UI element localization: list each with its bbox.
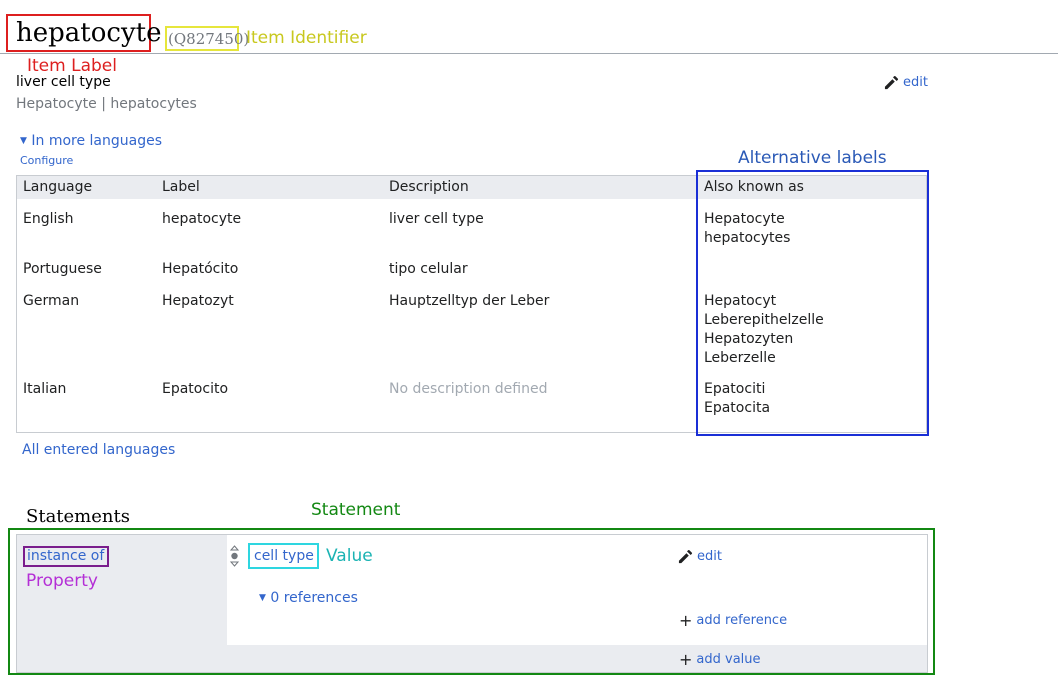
title-divider [0,53,1058,54]
edit-label: edit [697,549,722,564]
row-label: Hepatócito [162,261,239,277]
item-identifier: (Q827450) [168,30,250,48]
add-reference-label: add reference [696,613,788,628]
statements-heading: Statements [26,506,130,527]
configure-link[interactable]: Configure [20,154,73,167]
row-description: tipo celular [389,261,468,277]
item-aliases: Hepatocyte | hepatocytes [16,96,197,112]
plus-icon: + [679,611,693,630]
annotation-property: Property [26,571,98,591]
column-header-description: Description [389,179,469,195]
row-label: Hepatozyt [162,293,234,309]
rank-selector-icon[interactable] [229,545,240,567]
caret-down-icon: ▼ [20,136,27,146]
row-label: Epatocito [162,381,229,397]
pencil-icon [678,549,693,564]
references-toggle[interactable]: ▼ 0 references [259,590,358,606]
property-link[interactable]: instance of [27,548,104,564]
statement-highlight [8,528,935,675]
pencil-icon [884,75,899,90]
row-description: Hauptzelltyp der Leber [389,293,550,309]
in-more-languages-toggle[interactable]: ▼ In more languages [20,133,162,149]
annotation-statement: Statement [311,500,401,520]
row-language: Italian [23,381,67,397]
add-value-button[interactable]: + add value [679,650,761,669]
annotation-alternative-labels: Alternative labels [738,148,887,168]
caret-down-icon: ▼ [259,593,266,603]
all-entered-languages-link[interactable]: All entered languages [22,442,175,458]
edit-termbox-button[interactable]: edit [884,75,928,90]
row-language: Portuguese [23,261,102,277]
alternative-labels-highlight [696,170,929,436]
column-header-label: Label [162,179,200,195]
row-label: hepatocyte [162,211,242,227]
item-description: liver cell type [16,74,111,90]
in-more-languages-label: In more languages [31,133,163,149]
add-reference-button[interactable]: + add reference [679,611,788,630]
annotation-item-identifier: Item Identifier [246,28,367,48]
annotation-item-label: Item Label [27,56,117,76]
annotation-value: Value [326,546,373,566]
value-link[interactable]: cell type [254,548,314,564]
plus-icon: + [679,650,693,669]
row-description-empty: No description defined [389,381,548,397]
page-title: hepatocyte [16,18,162,48]
references-count: 0 references [270,590,358,606]
add-value-label: add value [696,652,761,667]
row-description: liver cell type [389,211,484,227]
row-language: English [23,211,74,227]
edit-label: edit [903,75,928,90]
column-header-language: Language [23,179,93,195]
edit-statement-button[interactable]: edit [678,549,722,564]
row-language: German [23,293,80,309]
